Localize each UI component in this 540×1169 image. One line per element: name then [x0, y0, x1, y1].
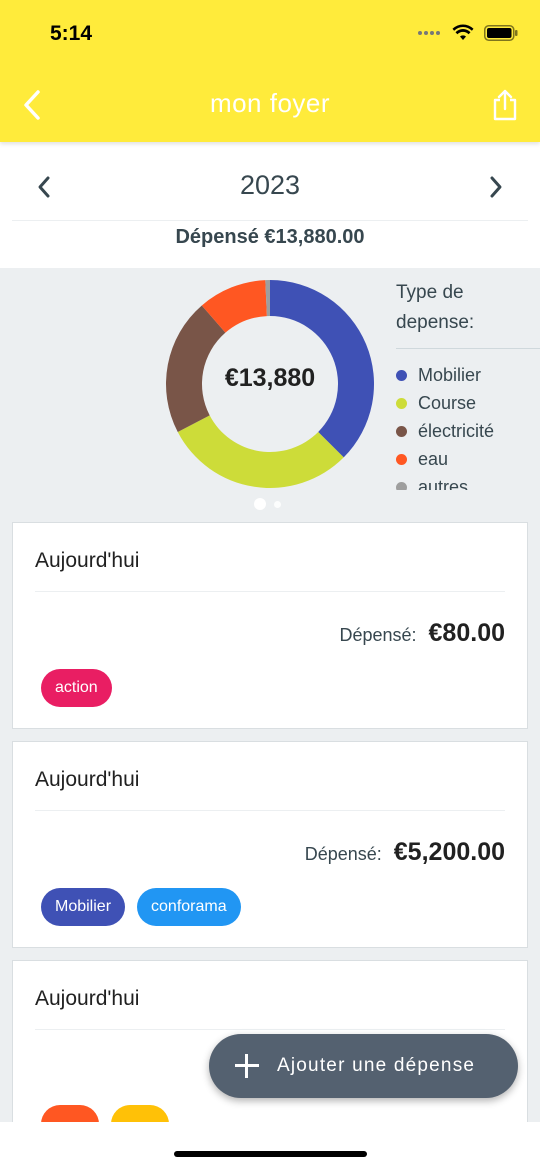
tag-chip[interactable]: conforama [137, 888, 241, 926]
legend-color-dot [396, 369, 407, 381]
share-button[interactable] [488, 86, 522, 124]
legend-item: eau [396, 445, 540, 473]
amount-label: Dépensé: [339, 625, 417, 645]
chart-legend: Type de depense: Mobilier Course électrici… [396, 278, 540, 490]
screen: 5:14 mon foyer 2023 Dépensé €13,880.00 €… [0, 0, 540, 1169]
legend-title: Type de depense: [396, 282, 475, 333]
legend-item: autres [396, 473, 540, 490]
legend-label: électricité [418, 420, 495, 441]
legend-color-dot [396, 453, 407, 465]
year-selector: 2023 Dépensé €13,880.00 [0, 142, 540, 268]
tag-chip[interactable]: Mobilier [41, 888, 126, 926]
status-time: 5:14 [50, 22, 93, 45]
wifi-icon [452, 24, 474, 40]
amount-value: €80.00 [428, 619, 505, 647]
page-dot[interactable] [254, 498, 266, 510]
add-expense-label: Ajouter une dépense [277, 1055, 476, 1076]
legend-items: Mobilier Course électricité eau autres [396, 361, 540, 490]
legend-color-dot [396, 425, 407, 437]
chart-center-total: €13,880 [224, 364, 316, 392]
chart-carousel[interactable]: €13,880 Type de depense: Mobilier Course é… [0, 268, 540, 518]
status-icons [418, 24, 518, 41]
divider [35, 810, 505, 811]
legend-label: Course [418, 392, 477, 413]
battery-icon [484, 24, 518, 41]
page-dot[interactable] [274, 500, 281, 508]
page-indicator[interactable] [254, 498, 281, 510]
card-date: Aujourd'hui [35, 768, 140, 791]
legend-color-dot [396, 481, 407, 490]
legend-label: autres [418, 476, 469, 491]
signal-icon [418, 30, 442, 36]
page-title: mon foyer [209, 88, 331, 118]
divider [35, 1029, 505, 1030]
card-amount-row: Dépensé: €80.00 [339, 619, 505, 648]
legend-label: Mobilier [418, 364, 482, 385]
chevron-right-icon [490, 176, 502, 198]
expense-card[interactable]: Aujourd'hui Dépensé: €5,200.00 Mobilier c… [12, 741, 528, 948]
divider [12, 220, 528, 221]
donut-slice-course[interactable] [177, 415, 344, 488]
tag-list: action [41, 669, 112, 707]
card-date: Aujourd'hui [35, 987, 140, 1010]
legend-item: Mobilier [396, 361, 540, 389]
app-bar: 5:14 mon foyer [0, 0, 540, 142]
bottom-safe-area [0, 1122, 540, 1169]
year-label: 2023 [239, 170, 301, 200]
legend-item: électricité [396, 417, 540, 445]
card-date: Aujourd'hui [35, 549, 140, 572]
legend-item: Course [396, 389, 540, 417]
share-icon [493, 89, 517, 121]
divider [396, 348, 540, 349]
spent-total: Dépensé €13,880.00 [175, 226, 365, 248]
expense-card[interactable]: Aujourd'hui Dépensé: €80.00 action [12, 522, 528, 729]
legend-label: eau [418, 448, 449, 469]
legend-color-dot [396, 397, 407, 409]
amount-label: Dépensé: [304, 844, 382, 864]
home-indicator[interactable] [174, 1151, 367, 1157]
amount-value: €5,200.00 [393, 838, 505, 866]
tag-chip[interactable]: action [41, 669, 112, 707]
tag-list: Mobilier conforama [41, 888, 241, 926]
add-expense-button[interactable]: Ajouter une dépense [209, 1034, 518, 1098]
card-amount-row: Dépensé: €5,200.00 [305, 838, 505, 867]
next-year-button[interactable] [480, 170, 512, 204]
plus-icon [235, 1054, 259, 1078]
divider [35, 591, 505, 592]
